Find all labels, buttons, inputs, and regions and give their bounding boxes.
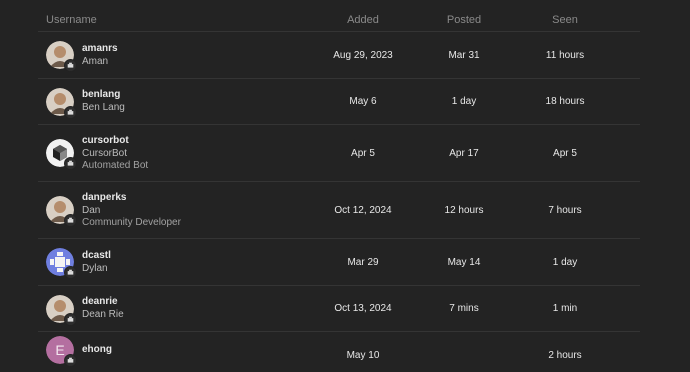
seen-cell: 18 hours (545, 96, 585, 107)
status-badge-icon (64, 312, 77, 326)
username-link[interactable]: deanrie (82, 296, 124, 308)
user-texts: danperks Dan Community Developer (82, 192, 181, 229)
user-texts: dcastl Dylan (82, 250, 111, 275)
user-texts: ehong (82, 344, 112, 357)
status-badge-icon (64, 105, 77, 119)
full-name: Aman (82, 55, 109, 67)
posted-cell: May 14 (447, 256, 481, 268)
full-name: Dean Rie (82, 309, 124, 320)
posted-cell: Apr 17 (449, 147, 479, 159)
user-title: Automated Bot (82, 159, 149, 171)
table-row: deanrie Dean Rie Oct 13, 2024 7 mins 1 min (38, 286, 640, 332)
added-cell: May 10 (346, 350, 380, 361)
seen-cell: 2 hours (548, 350, 582, 361)
table-row: amanrs Aman Aug 29, 2023 Mar 31 11 hours (38, 32, 640, 79)
user-texts: deanrie Dean Rie (82, 296, 124, 321)
full-name: Dylan (82, 262, 108, 274)
user-texts: cursorbot CursorBot Automated Bot (82, 135, 148, 172)
user-cell: danperks Dan Community Developer (38, 192, 308, 229)
status-badge-icon (64, 214, 77, 227)
user-texts: benlang Ben Lang (82, 89, 125, 114)
username-link[interactable]: danperks (82, 192, 181, 204)
user-cell: cursorbot CursorBot Automated Bot (38, 135, 308, 172)
username-link[interactable]: benlang (82, 89, 125, 101)
username-link[interactable]: amanrs (82, 43, 118, 55)
user-title: Community Developer (82, 216, 181, 228)
user-cell: deanrie Dean Rie (38, 294, 308, 326)
table-row: dcastl Dylan Mar 29 May 14 1 day (38, 239, 640, 286)
user-cell: dcastl Dylan (38, 248, 308, 279)
header-posted[interactable]: Posted (418, 14, 510, 26)
header-seen[interactable]: Seen (510, 14, 620, 26)
seen-cell: Apr 5 (553, 147, 577, 159)
added-cell: May 6 (349, 96, 377, 107)
user-cell: amanrs Aman (38, 41, 308, 72)
header-username[interactable]: Username (38, 14, 308, 26)
posted-cell: Mar 31 (448, 49, 480, 61)
members-table: Username Added Posted Seen amanrs Aman Aug… (38, 8, 640, 372)
avatar[interactable] (46, 87, 77, 119)
status-badge-icon (64, 59, 77, 72)
full-name: Ben Lang (82, 102, 125, 113)
added-cell: Aug 29, 2023 (333, 49, 393, 61)
status-badge-icon (64, 354, 77, 367)
seen-cell: 11 hours (545, 49, 585, 61)
username-link[interactable]: ehong (82, 344, 112, 356)
avatar[interactable] (46, 248, 77, 279)
avatar[interactable] (46, 41, 77, 72)
table-row: danperks Dan Community Developer Oct 12, 20… (38, 182, 640, 239)
avatar[interactable]: E (46, 336, 77, 367)
full-name: CursorBot (82, 147, 128, 159)
seen-cell: 1 min (552, 303, 578, 314)
header-added[interactable]: Added (308, 14, 418, 26)
username-link[interactable]: dcastl (82, 250, 111, 262)
table-row: benlang Ben Lang May 6 1 day 18 hours (38, 79, 640, 125)
table-row: Eehong May 10 2 hours (38, 332, 640, 372)
username-link[interactable]: cursorbot (82, 135, 148, 147)
added-cell: Apr 5 (351, 147, 375, 159)
status-badge-icon (64, 157, 77, 170)
table-row: cursorbot CursorBot Automated Bot Apr 5 Apr … (38, 125, 640, 182)
avatar[interactable] (46, 196, 77, 227)
user-cell: benlang Ben Lang (38, 87, 308, 119)
seen-cell: 7 hours (548, 204, 582, 216)
user-texts: amanrs Aman (82, 43, 118, 68)
seen-cell: 1 day (552, 256, 578, 268)
added-cell: Mar 29 (347, 256, 379, 268)
avatar[interactable] (46, 294, 77, 326)
user-cell: Eehong (38, 336, 308, 367)
added-cell: Oct 13, 2024 (334, 303, 392, 314)
posted-cell: 12 hours (444, 204, 484, 216)
avatar[interactable] (46, 139, 77, 170)
posted-cell: 1 day (451, 96, 477, 107)
added-cell: Oct 12, 2024 (334, 204, 392, 216)
posted-cell: 7 mins (449, 303, 479, 314)
table-body: amanrs Aman Aug 29, 2023 Mar 31 11 hours benl… (38, 32, 640, 372)
status-badge-icon (64, 266, 77, 279)
table-header: Username Added Posted Seen (38, 8, 640, 32)
full-name: Dan (82, 204, 101, 216)
